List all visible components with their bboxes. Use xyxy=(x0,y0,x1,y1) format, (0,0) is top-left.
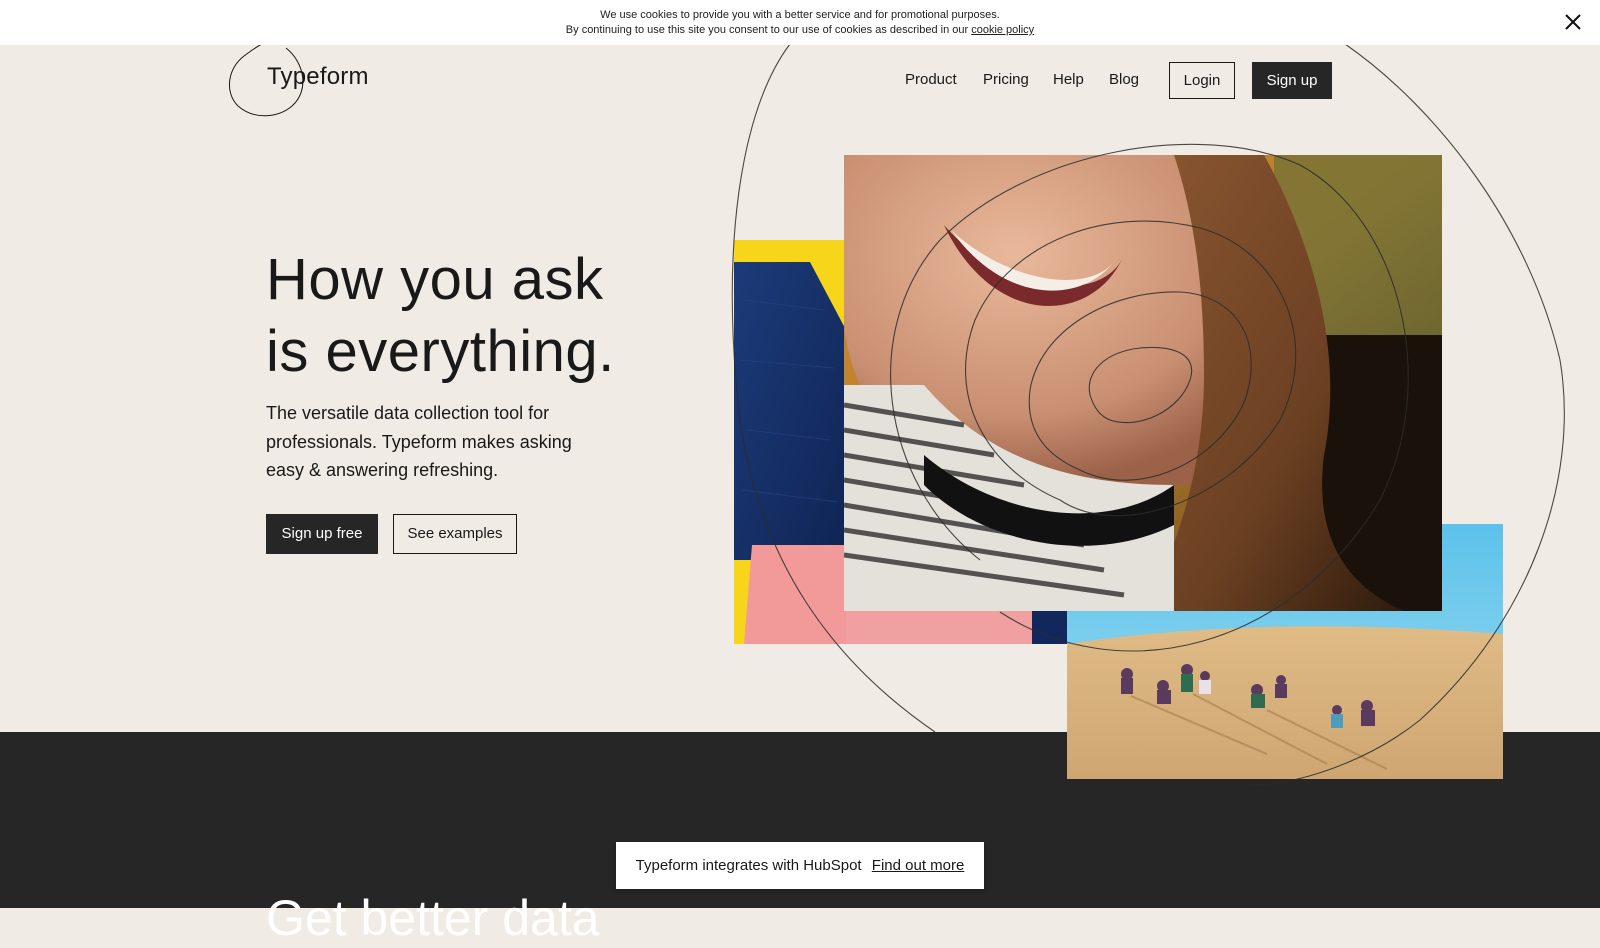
cookie-banner: We use cookies to provide you with a bet… xyxy=(0,0,1600,45)
cookie-line-1: We use cookies to provide you with a bet… xyxy=(600,9,1000,21)
close-icon[interactable] xyxy=(1562,11,1584,33)
hero-subtitle: The versatile data collection tool for p… xyxy=(266,403,572,480)
login-button[interactable]: Login xyxy=(1169,62,1235,99)
cookie-message: We use cookies to provide you with a bet… xyxy=(0,8,1600,38)
find-out-more-link[interactable]: Find out more xyxy=(872,857,965,874)
hero-title-line-1: How you ask xyxy=(266,247,604,312)
cookie-policy-link[interactable]: cookie policy xyxy=(971,24,1034,36)
nav-blog[interactable]: Blog xyxy=(1109,71,1139,88)
signup-button[interactable]: Sign up xyxy=(1252,62,1332,99)
smiling-woman-photo xyxy=(844,155,1442,611)
top-nav: Product Pricing Help Blog Login Sign up xyxy=(0,62,1600,100)
hero-title: How you ask is everything. xyxy=(266,244,706,388)
see-examples-button[interactable]: See examples xyxy=(393,514,517,554)
cookie-line-2: By continuing to use this site you conse… xyxy=(0,23,1600,38)
nav-pricing[interactable]: Pricing xyxy=(983,71,1029,88)
nav-help[interactable]: Help xyxy=(1053,71,1084,88)
toast-text: Typeform integrates with HubSpot xyxy=(635,857,862,874)
section-heading: Get better data xyxy=(266,890,600,946)
hero-title-line-2: is everything. xyxy=(266,319,615,384)
nav-product[interactable]: Product xyxy=(905,71,957,88)
cookie-line-2-text: By continuing to use this site you conse… xyxy=(565,24,969,36)
integration-toast: Typeform integrates with HubSpot Find ou… xyxy=(616,842,984,889)
signup-free-button[interactable]: Sign up free xyxy=(266,514,378,554)
